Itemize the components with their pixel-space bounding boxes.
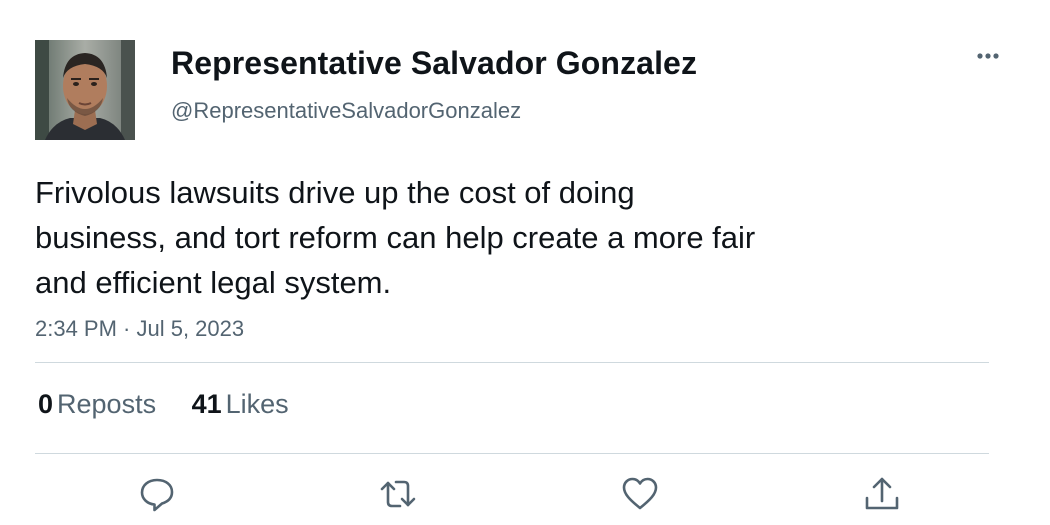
share-button[interactable] xyxy=(862,474,902,514)
tweet-timestamp[interactable]: 2:34 PM · Jul 5, 2023 xyxy=(35,314,244,344)
reply-button[interactable] xyxy=(137,474,177,514)
share-icon xyxy=(865,477,899,510)
tweet-text-line: Frivolous lawsuits drive up the cost of … xyxy=(35,175,635,210)
likes-stat[interactable]: 41 Likes xyxy=(192,386,289,422)
reply-icon xyxy=(140,478,174,512)
more-options-button[interactable] xyxy=(970,42,1006,70)
repost-button[interactable] xyxy=(378,474,418,514)
author-handle[interactable]: @RepresentativeSalvadorGonzalez xyxy=(171,96,521,126)
more-dots-icon xyxy=(977,53,999,59)
reposts-count: 0 xyxy=(38,389,54,419)
divider xyxy=(35,362,989,363)
likes-label: Likes xyxy=(225,389,289,419)
author-display-name[interactable]: Representative Salvador Gonzalez xyxy=(171,42,697,84)
reposts-stat[interactable]: 0 Reposts xyxy=(38,386,156,422)
like-icon xyxy=(622,477,658,510)
avatar[interactable] xyxy=(35,40,135,140)
like-button[interactable] xyxy=(620,474,660,514)
tweet-text-line: business, and tort reform can help creat… xyxy=(35,220,756,255)
engagement-stats: 0 Reposts 41 Likes xyxy=(38,386,289,422)
divider xyxy=(35,453,989,454)
likes-count: 41 xyxy=(191,389,222,419)
tweet-text-line: and efficient legal system. xyxy=(35,265,392,300)
reposts-label: Reposts xyxy=(57,389,157,419)
avatar-photo xyxy=(35,40,135,140)
tweet-text: Frivolous lawsuits drive up the cost of … xyxy=(35,170,915,305)
repost-icon xyxy=(380,480,416,508)
